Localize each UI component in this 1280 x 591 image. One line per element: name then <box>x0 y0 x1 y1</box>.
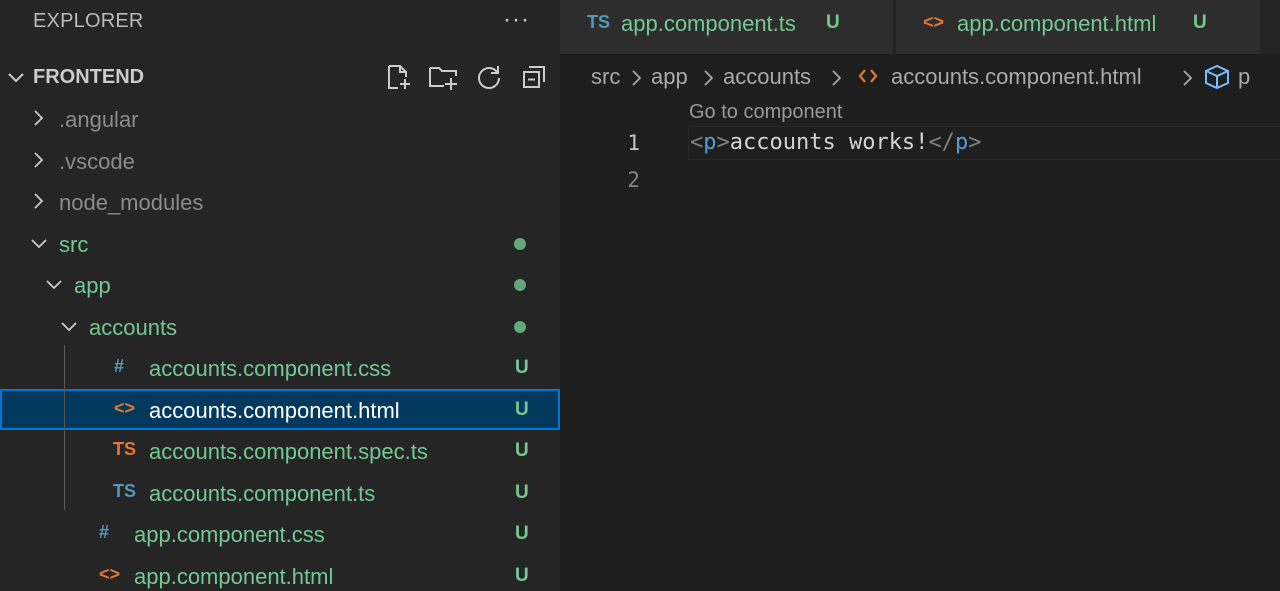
tab-app-component-ts[interactable]: TS app.component.ts U <box>560 0 893 54</box>
tree-folder[interactable]: src <box>0 223 560 264</box>
refresh-icon[interactable] <box>475 63 503 91</box>
editor-tab-bar: TS app.component.ts U <> app.component.h… <box>560 0 1280 54</box>
text-content: accounts works! <box>729 130 929 155</box>
tree-item-label: accounts <box>89 314 178 340</box>
untracked-badge: U <box>515 481 529 503</box>
untracked-badge: U <box>515 398 529 420</box>
folder-section-header[interactable]: FRONTEND <box>0 56 560 98</box>
explorer-title: EXPLORER <box>33 10 144 32</box>
tag-bracket: > <box>968 130 982 155</box>
untracked-badge: U <box>515 564 529 586</box>
chevron-down-icon <box>31 238 47 248</box>
more-actions-icon[interactable]: ··· <box>503 6 530 34</box>
html-icon: <> <box>114 397 136 418</box>
tag-name: p <box>703 130 717 155</box>
ts-spec-icon: TS <box>113 439 137 459</box>
tree-item-label: accounts.component.ts <box>149 480 376 506</box>
tag-bracket: < <box>690 130 704 155</box>
breadcrumb-src[interactable]: src <box>591 64 620 90</box>
chevron-right-icon <box>34 151 44 168</box>
tree-item-label: src <box>59 231 89 257</box>
tree-item-label: accounts.component.css <box>149 356 392 381</box>
tree-folder[interactable]: .vscode <box>0 140 560 181</box>
tree-folder[interactable]: accounts <box>0 306 560 347</box>
chevron-down-icon <box>46 280 62 290</box>
tree-item-label: app.component.html <box>134 563 334 589</box>
tree-item-label: app.component.css <box>134 522 325 547</box>
chevron-right-icon <box>704 70 714 86</box>
tree-folder[interactable]: node_modules <box>0 181 560 222</box>
untracked-badge: U <box>1193 12 1207 33</box>
tree-item-label: node_modules <box>59 190 204 215</box>
codelens-go-to-component[interactable]: Go to component <box>689 101 842 124</box>
ts-icon: TS <box>113 480 137 501</box>
breadcrumb-app[interactable]: app <box>651 64 688 90</box>
typescript-icon: TS <box>587 12 611 32</box>
tree-item-label: .angular <box>59 107 139 132</box>
tree-file[interactable]: # accounts.component.css U <box>0 347 560 388</box>
new-folder-icon[interactable] <box>428 63 460 91</box>
chevron-right-icon <box>632 70 642 86</box>
explorer-sidebar: EXPLORER ··· FRONTEND .angular .vscode nod… <box>0 0 560 591</box>
tree-folder[interactable]: .angular <box>0 98 560 139</box>
indent-guide <box>64 345 65 510</box>
html-icon: <> <box>99 563 121 584</box>
tag-bracket: </ <box>928 130 955 155</box>
chevron-down-icon <box>8 73 24 83</box>
tree-item-label: app <box>74 273 111 298</box>
tab-app-component-html[interactable]: <> app.component.html U <box>896 0 1260 54</box>
tag-name: p <box>954 130 969 155</box>
tree-file[interactable]: <> accounts.component.html U <box>0 388 560 430</box>
modified-dot <box>514 237 526 250</box>
breadcrumb-accounts[interactable]: accounts <box>723 64 811 90</box>
line-number: 2 <box>627 168 640 192</box>
chevron-right-icon <box>1183 70 1193 86</box>
breadcrumb-symbol[interactable]: p <box>1238 64 1250 90</box>
modified-dot <box>514 320 526 333</box>
chevron-right-icon <box>34 110 44 126</box>
untracked-badge: U <box>515 440 529 461</box>
tree-file[interactable]: <> app.component.html U <box>0 555 560 591</box>
untracked-badge: U <box>515 357 529 378</box>
new-file-icon[interactable] <box>385 63 413 91</box>
css-icon: # <box>114 356 125 376</box>
tree-file[interactable]: TS accounts.component.ts U <box>0 472 560 513</box>
html-icon <box>858 69 878 83</box>
untracked-badge: U <box>515 523 529 544</box>
modified-dot <box>514 279 526 291</box>
chevron-right-icon <box>34 193 44 209</box>
element-cube-icon <box>1205 64 1229 90</box>
line-number: 1 <box>627 131 640 155</box>
chevron-right-icon <box>832 70 842 86</box>
collapse-all-icon[interactable] <box>520 63 548 91</box>
tree-item-label: accounts.component.spec.ts <box>149 439 428 464</box>
tree-file[interactable]: # app.component.css U <box>0 513 560 554</box>
breadcrumb-file[interactable]: accounts.component.html <box>891 64 1142 90</box>
tree-file[interactable]: TS accounts.component.spec.ts U <box>0 430 560 471</box>
html-icon: <> <box>923 12 945 32</box>
workspace-folder-name: FRONTEND <box>33 66 145 88</box>
tree-item-label: .vscode <box>59 148 135 174</box>
untracked-badge: U <box>826 12 840 33</box>
code-editor[interactable]: Go to component 1 2 <p>accounts works!</… <box>560 100 1280 591</box>
tab-label: app.component.ts <box>621 11 796 36</box>
tree-item-label: accounts.component.html <box>149 397 400 423</box>
css-icon: # <box>99 522 110 542</box>
tag-bracket: > <box>716 130 730 155</box>
chevron-down-icon <box>61 321 77 331</box>
tree-folder[interactable]: app <box>0 264 560 305</box>
tab-label: app.component.html <box>957 11 1157 36</box>
code-line: <p>accounts works!</p> <box>690 130 981 155</box>
breadcrumb: src app accounts accounts.component.html… <box>560 54 1280 100</box>
